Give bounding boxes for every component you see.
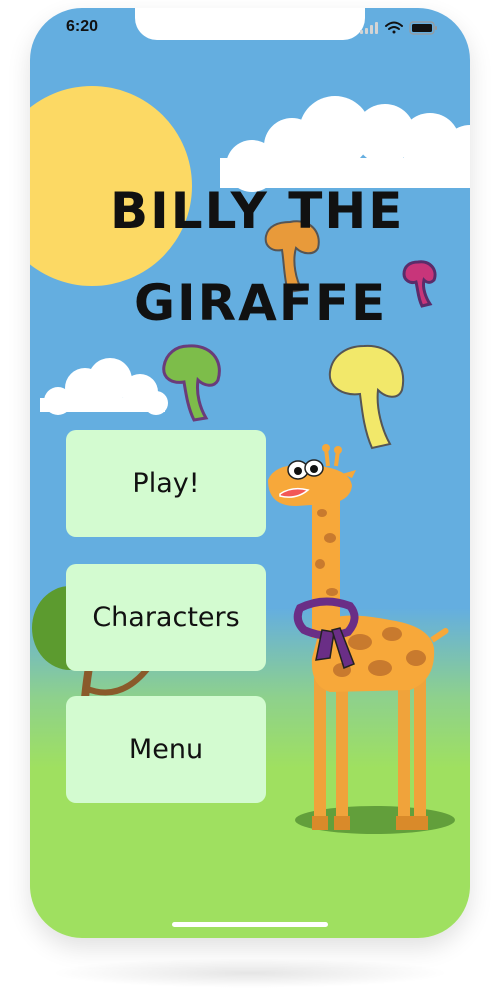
wifi-icon bbox=[385, 21, 403, 34]
cloud-left bbox=[40, 358, 168, 415]
device-shadow bbox=[50, 958, 450, 988]
giraffe bbox=[268, 444, 449, 830]
battery-icon bbox=[409, 21, 437, 35]
cloud-top-right bbox=[220, 96, 470, 192]
signal-icon bbox=[360, 22, 378, 34]
menu-button[interactable]: Menu bbox=[66, 696, 266, 803]
scarf-green bbox=[162, 344, 221, 422]
status-time: 6:20 bbox=[66, 18, 99, 35]
home-indicator[interactable] bbox=[172, 922, 328, 927]
device-notch bbox=[135, 8, 365, 40]
game-title-line-1: BILLY THE bbox=[110, 182, 405, 240]
phone-frame: 6:20 BILLY THE GIRAFFE Play! Characters … bbox=[30, 8, 470, 938]
scarf-magenta bbox=[402, 260, 437, 308]
play-button[interactable]: Play! bbox=[66, 430, 266, 537]
game-title-line-2: GIRAFFE bbox=[134, 274, 388, 332]
status-icons bbox=[360, 21, 437, 35]
scarf-yellow bbox=[328, 344, 405, 450]
characters-button[interactable]: Characters bbox=[66, 564, 266, 671]
